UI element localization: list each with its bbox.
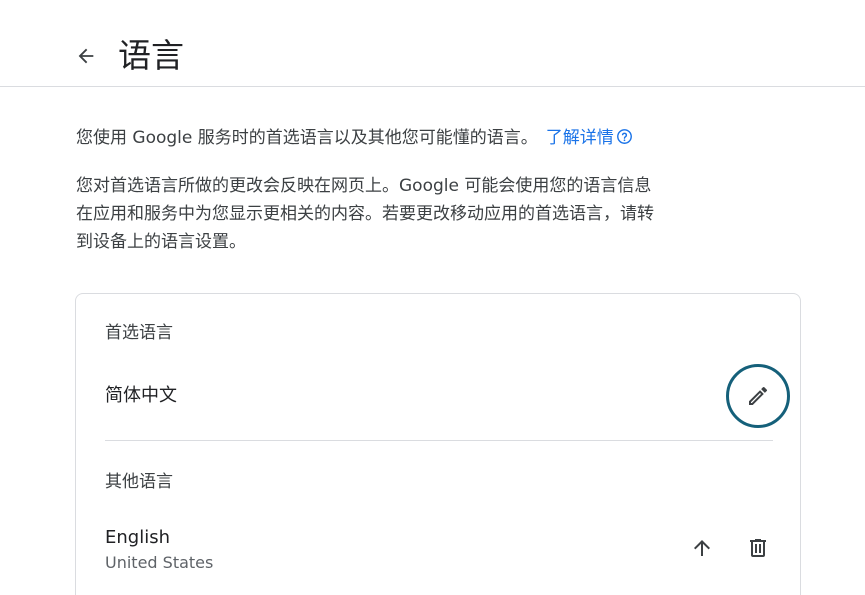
description-line: 您对首选语言所做的更改会反映在网页上。Google 可能会使用您的语言信息 bbox=[76, 176, 652, 196]
description: 您对首选语言所做的更改会反映在网页上。Google 可能会使用您的语言信息 在应… bbox=[76, 172, 726, 256]
edit-preferred-language-button[interactable] bbox=[726, 364, 790, 428]
arrow-up-icon bbox=[694, 540, 710, 556]
trash-icon bbox=[750, 539, 766, 557]
brand-logo-icon bbox=[8, 568, 36, 586]
learn-more-label: 了解详情 bbox=[545, 128, 614, 148]
language-settings-page: 语言 您使用 Google 服务时的首选语言以及其他您可能懂的语言。 了解详情 您… bbox=[0, 0, 865, 595]
help-circle-icon bbox=[616, 129, 632, 144]
section-divider bbox=[105, 440, 773, 441]
delete-language-button[interactable] bbox=[740, 530, 776, 566]
page-header: 语言 bbox=[0, 0, 865, 87]
language-name: English bbox=[105, 527, 170, 548]
intro-text: 您使用 Google 服务时的首选语言以及其他您可能懂的语言。 了解详情 bbox=[76, 126, 633, 150]
move-up-button[interactable] bbox=[684, 530, 720, 566]
intro-sentence: 您使用 Google 服务时的首选语言以及其他您可能懂的语言。 bbox=[76, 128, 538, 148]
languages-card: 首选语言 简体中文 其他语言 English United States bbox=[75, 293, 801, 595]
page-title: 语言 bbox=[118, 36, 184, 75]
learn-more-link[interactable]: 了解详情 bbox=[546, 128, 633, 148]
preferred-language-value: 简体中文 bbox=[105, 385, 177, 406]
watermark bbox=[8, 566, 36, 588]
back-button[interactable] bbox=[68, 38, 104, 74]
other-languages-label: 其他语言 bbox=[105, 472, 173, 492]
language-region: United States bbox=[105, 553, 214, 572]
preferred-language-label: 首选语言 bbox=[105, 323, 173, 343]
description-line: 在应用和服务中为您显示更相关的内容。若要更改移动应用的首选语言，请转 bbox=[76, 204, 654, 224]
arrow-back-icon bbox=[78, 48, 94, 64]
description-line: 到设备上的语言设置。 bbox=[76, 232, 246, 252]
pencil-icon bbox=[749, 386, 768, 405]
